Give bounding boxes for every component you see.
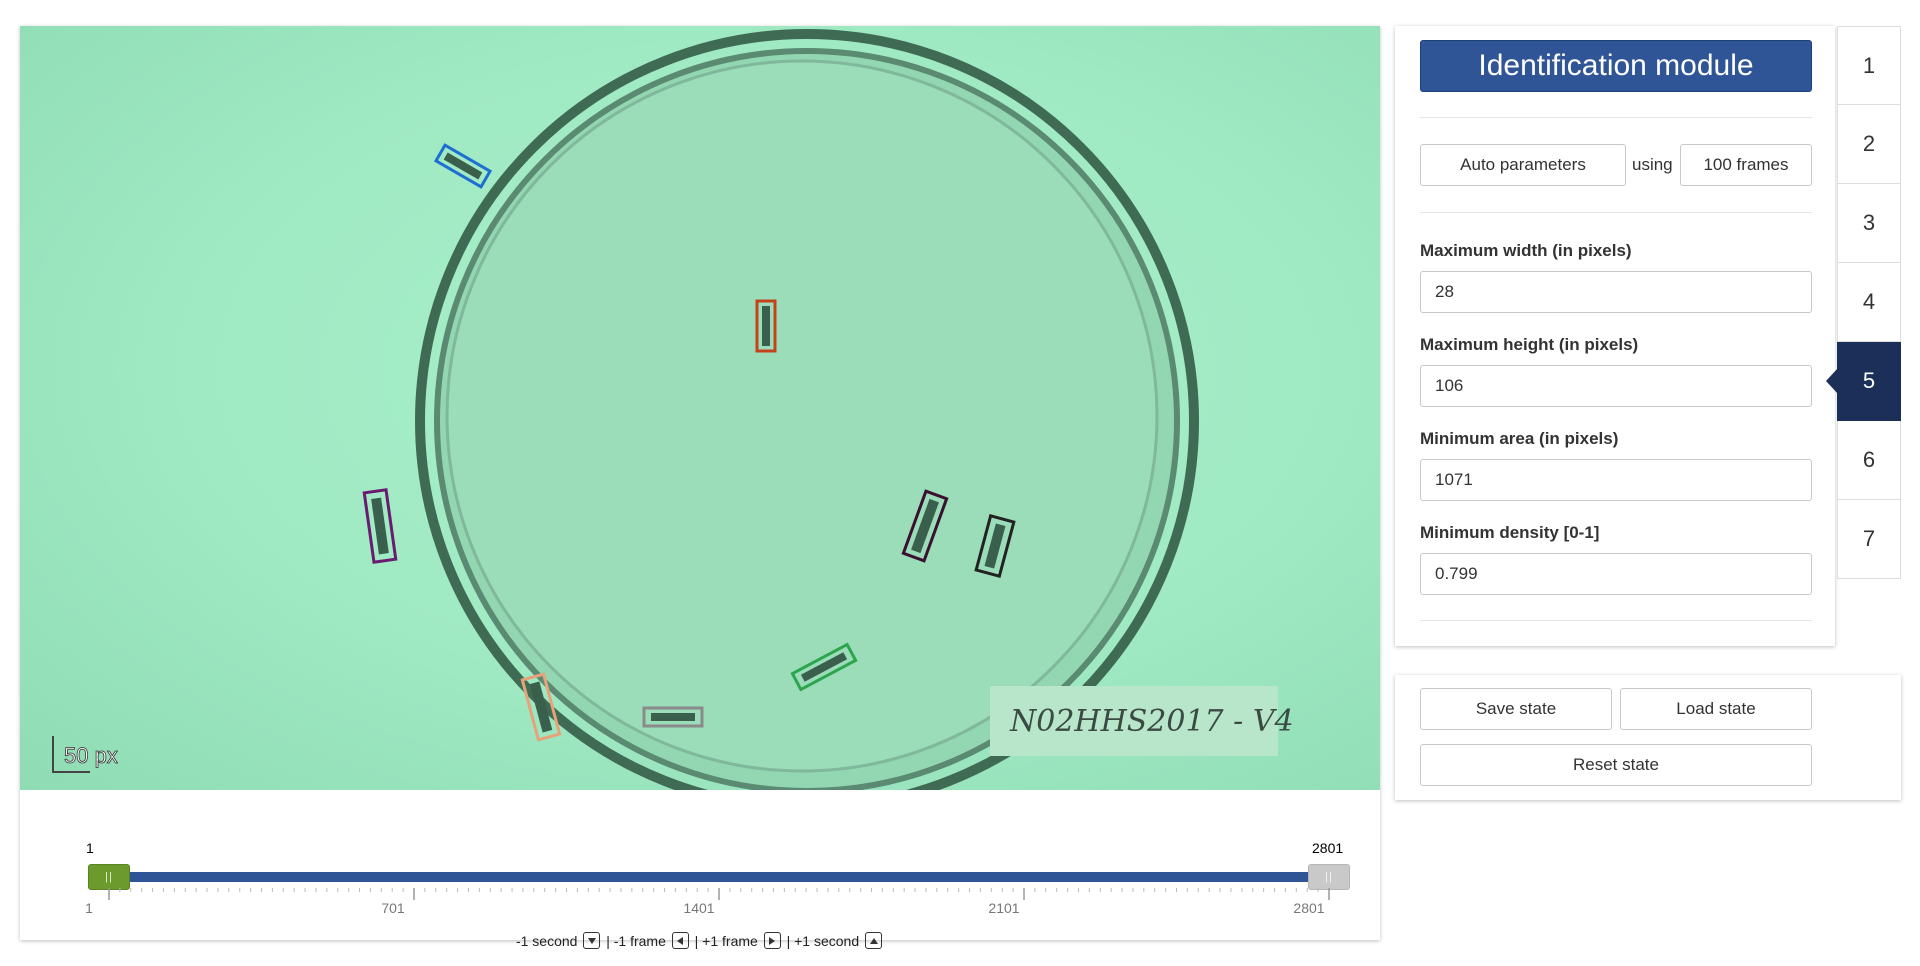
- max-width-input[interactable]: [1420, 271, 1812, 313]
- divider: [1420, 212, 1812, 213]
- frames-count-button[interactable]: 100 frames: [1680, 144, 1812, 186]
- tick-label: 2801: [1293, 900, 1325, 916]
- step-tab-5[interactable]: 5: [1837, 342, 1901, 421]
- arrow-up-key-icon[interactable]: [865, 932, 883, 949]
- arrow-left-key-icon[interactable]: [671, 932, 689, 949]
- save-state-button[interactable]: Save state: [1420, 688, 1612, 730]
- divider: [1420, 620, 1812, 621]
- max-height-label: Maximum height (in pixels): [1420, 335, 1639, 354]
- identification-panel: Identification module Auto parameters us…: [1395, 26, 1835, 646]
- petri-dish-floor: [445, 59, 1159, 773]
- divider: [1420, 117, 1812, 118]
- video-frame[interactable]: N02HHS2017 - V4 50 px: [20, 26, 1380, 790]
- tick-label: 2101: [988, 900, 1020, 916]
- max-width-label: Maximum width (in pixels): [1420, 241, 1632, 260]
- minus-second-label: -1 second: [515, 933, 578, 949]
- min-density-label: Minimum density [0-1]: [1420, 523, 1600, 542]
- video-overlay: N02HHS2017 - V4 50 px: [52, 29, 1294, 790]
- dish-label-text: N02HHS2017 - V4: [1009, 704, 1294, 739]
- tick-label: 1401: [683, 900, 715, 916]
- auto-parameters-button[interactable]: Auto parameters: [1420, 144, 1626, 186]
- plus-second-label: | +1 second: [786, 933, 860, 949]
- tick-label: 1: [85, 900, 93, 916]
- detection-box-blue[interactable]: [433, 143, 493, 189]
- plus-frame-label: | +1 frame: [694, 933, 758, 949]
- scale-bar-label: 50 px: [64, 743, 118, 768]
- video-panel: N02HHS2017 - V4 50 px 1 2801 || || 1 701…: [20, 26, 1380, 949]
- step-tab-4[interactable]: 4: [1837, 263, 1901, 342]
- arrow-down-key-icon[interactable]: [583, 932, 601, 949]
- step-tab-2[interactable]: 2: [1837, 105, 1901, 184]
- minus-frame-label: | -1 frame: [606, 933, 666, 949]
- step-tab-6[interactable]: 6: [1837, 421, 1901, 500]
- step-tab-1[interactable]: 1: [1837, 26, 1901, 105]
- timeline-track[interactable]: [90, 872, 1350, 882]
- min-area-input[interactable]: [1420, 459, 1812, 501]
- start-frame-value: 1: [86, 840, 94, 856]
- tick-label: 701: [381, 900, 405, 916]
- keyboard-hints: -1 second | -1 frame | +1 frame | +1 sec…: [20, 932, 1380, 949]
- step-tab-7[interactable]: 7: [1837, 500, 1901, 579]
- load-state-button[interactable]: Load state: [1620, 688, 1812, 730]
- start-handle[interactable]: ||: [88, 864, 130, 890]
- timeline-slider[interactable]: 1 2801 || || 1 701 1401 2101 2801 -1 sec…: [20, 790, 1380, 949]
- end-frame-value: 2801: [1312, 840, 1344, 856]
- arrow-right-key-icon[interactable]: [763, 932, 781, 949]
- max-height-input[interactable]: [1420, 365, 1812, 407]
- min-density-input[interactable]: [1420, 553, 1812, 595]
- min-area-label: Minimum area (in pixels): [1420, 429, 1619, 448]
- step-tabs: 1 2 3 4 5 6 7: [1837, 26, 1901, 579]
- using-label: using: [1632, 155, 1673, 174]
- module-title: Identification module: [1420, 40, 1812, 92]
- end-handle[interactable]: ||: [1308, 864, 1350, 890]
- step-tab-3[interactable]: 3: [1837, 184, 1901, 263]
- reset-state-button[interactable]: Reset state: [1420, 744, 1812, 786]
- state-panel: Save state Load state Reset state: [1395, 675, 1901, 800]
- detection-box-purple[interactable]: [362, 488, 398, 564]
